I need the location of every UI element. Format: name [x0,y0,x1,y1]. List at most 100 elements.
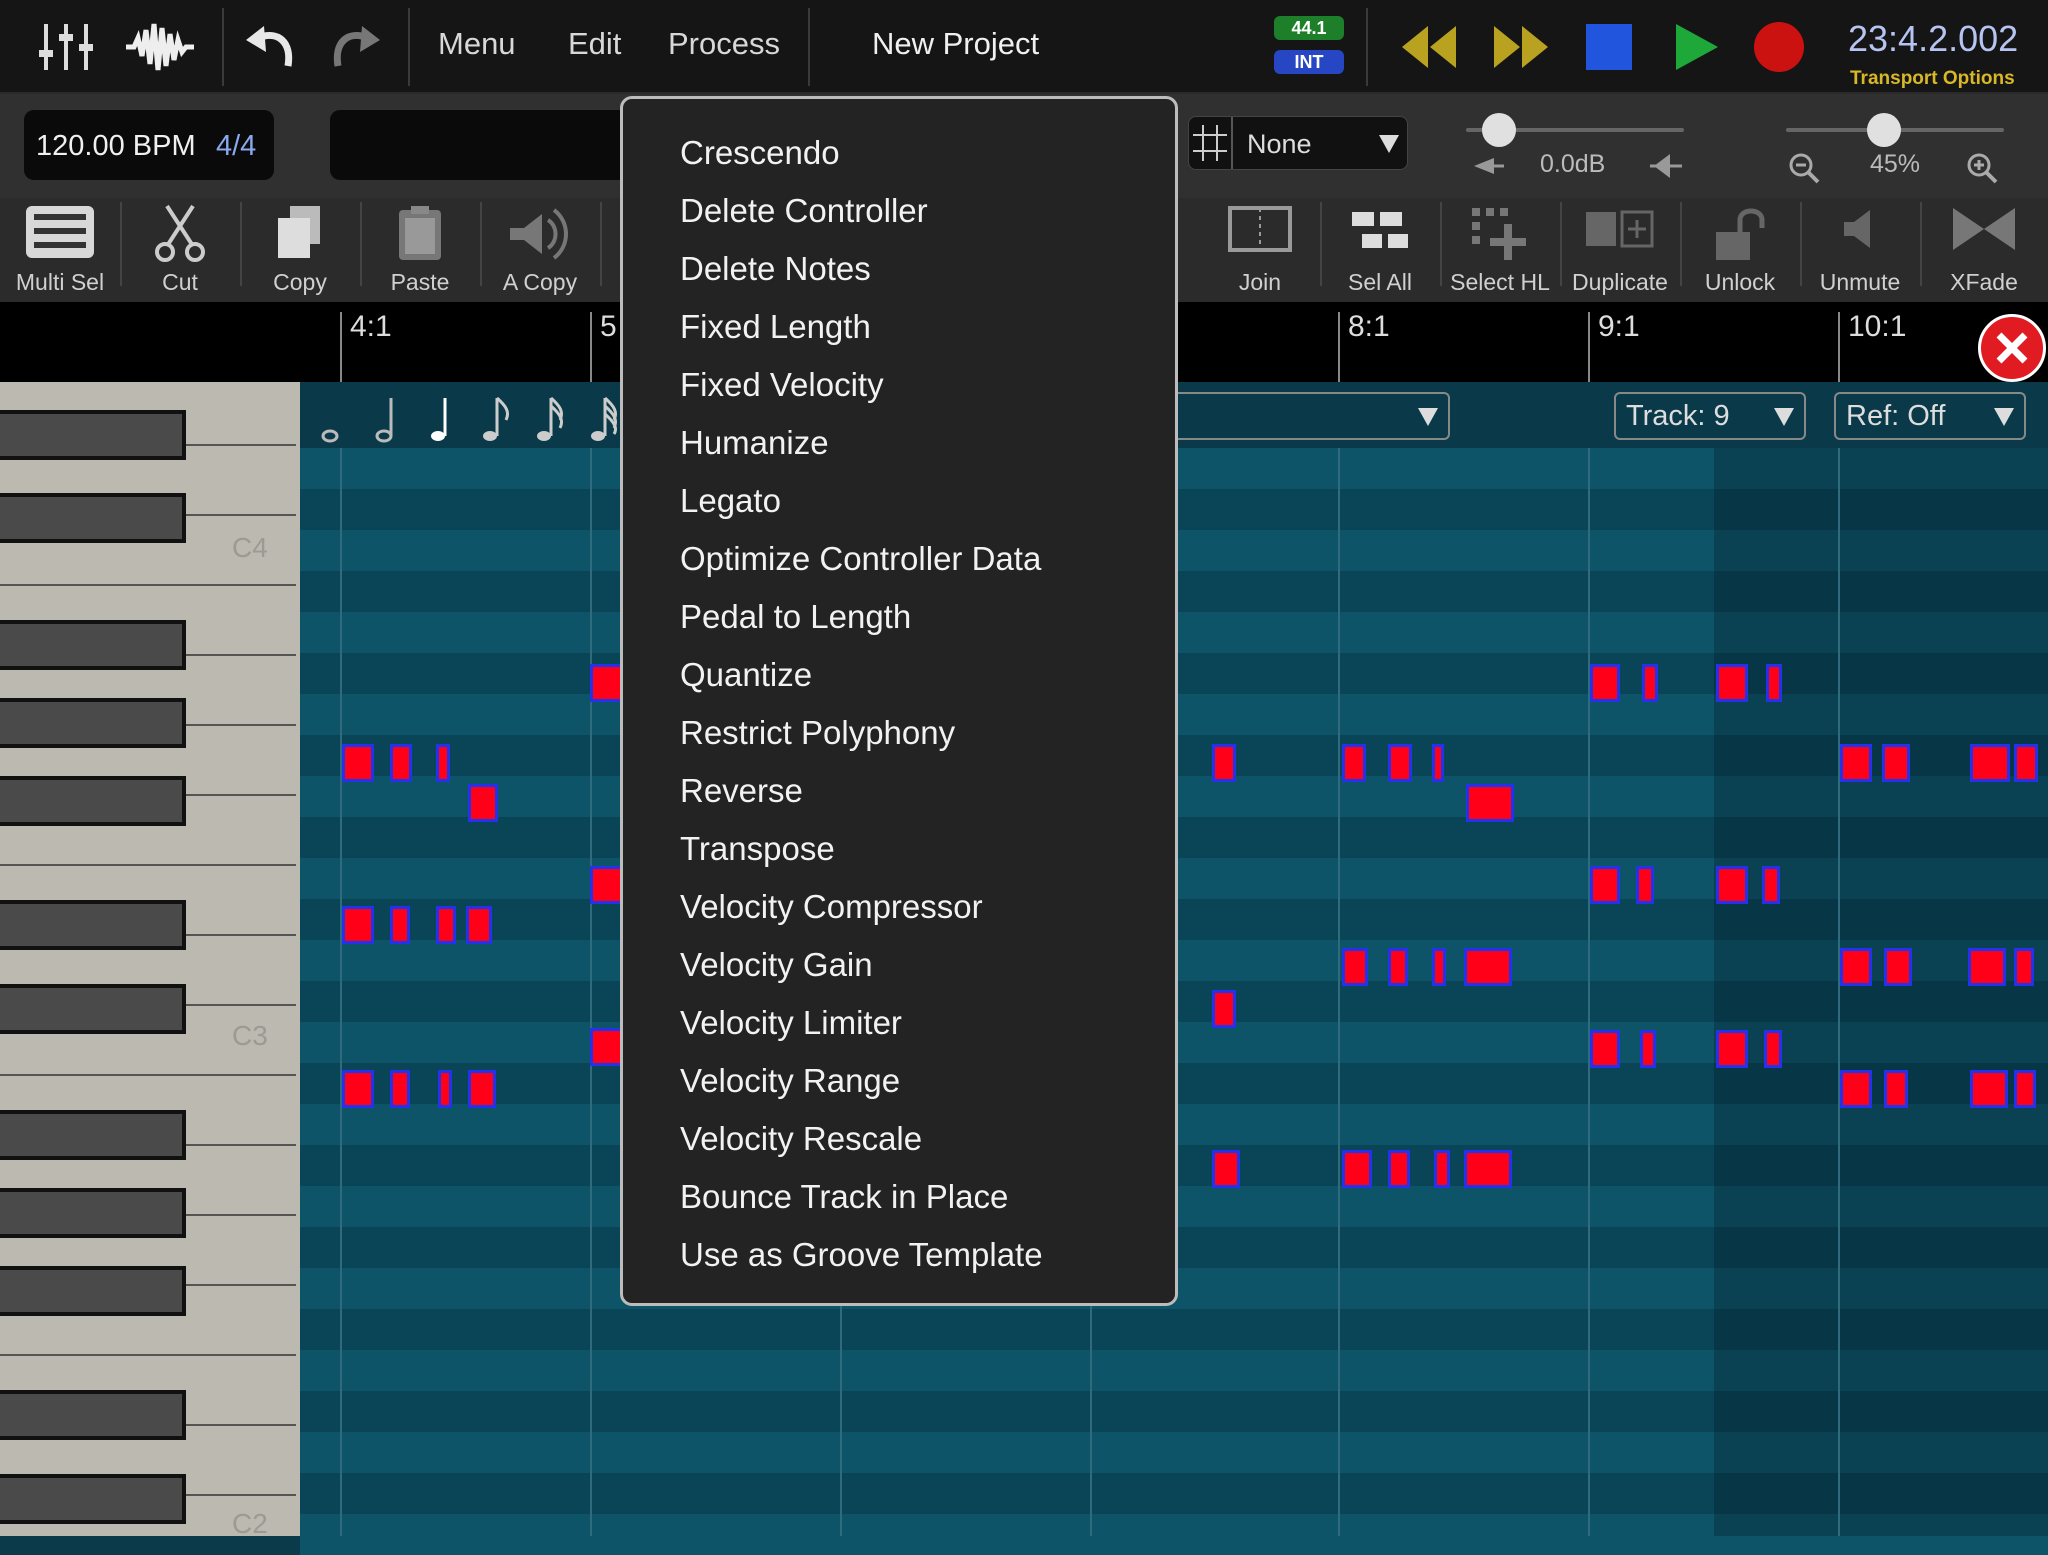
midi-note[interactable] [1840,948,1872,986]
project-title[interactable]: New Project [872,26,1039,62]
popup-menu-item[interactable]: Quantize [680,656,812,694]
duplicate-button[interactable]: Duplicate [1560,198,1680,302]
menu-menu[interactable]: Menu [438,26,516,62]
black-key[interactable] [0,900,186,950]
transport-options-label[interactable]: Transport Options [1850,68,2015,90]
black-key[interactable] [0,1266,186,1316]
midi-note[interactable] [1342,744,1366,782]
popup-menu-item[interactable]: Delete Notes [680,250,871,288]
popup-menu-item[interactable]: Crescendo [680,134,840,172]
mixer-icon[interactable] [38,22,94,72]
midi-note[interactable] [1432,948,1446,986]
menu-edit[interactable]: Edit [568,26,621,62]
play-icon[interactable] [1674,22,1720,72]
black-key[interactable] [0,620,186,670]
undo-icon[interactable] [244,26,294,70]
crossfade-button[interactable]: XFade [1920,198,2048,302]
popup-menu-item[interactable]: Pedal to Length [680,598,911,636]
zoom-in-icon[interactable] [1966,152,1998,184]
midi-note[interactable] [1840,744,1872,782]
midi-note[interactable] [390,906,410,944]
midi-note[interactable] [390,1070,410,1108]
midi-note[interactable] [590,664,624,702]
popup-menu-item[interactable]: Fixed Velocity [680,366,884,404]
midi-note[interactable] [466,906,492,944]
unmute-button[interactable]: Unmute [1800,198,1920,302]
popup-menu-item[interactable]: Legato [680,482,781,520]
popup-menu-item[interactable]: Optimize Controller Data [680,540,1041,578]
black-key[interactable] [0,1474,186,1524]
midi-note[interactable] [1884,1070,1908,1108]
midi-note[interactable] [436,906,456,944]
midi-note[interactable] [1640,1030,1656,1068]
midi-note[interactable] [1388,744,1412,782]
popup-menu-item[interactable]: Delete Controller [680,192,928,230]
midi-note[interactable] [1968,948,2006,986]
midi-note[interactable] [1970,1070,2008,1108]
tempo-display[interactable]: 120.00 BPM 4/4 [24,110,274,180]
midi-note[interactable] [1762,866,1780,904]
midi-note[interactable] [436,744,450,782]
audio-copy-button[interactable]: A Copy [480,198,600,302]
copy-button[interactable]: Copy [240,198,360,302]
controller-dropdown[interactable] [1150,392,1450,440]
midi-note[interactable] [1342,948,1368,986]
midi-note[interactable] [2014,948,2034,986]
midi-note[interactable] [1212,990,1236,1028]
midi-note[interactable] [1464,948,1512,986]
midi-note[interactable] [468,1070,496,1108]
midi-note[interactable] [342,744,374,782]
popup-menu-item[interactable]: Fixed Length [680,308,871,346]
midi-note[interactable] [2014,744,2038,782]
popup-menu-item[interactable]: Velocity Limiter [680,1004,902,1042]
zoom-out-icon[interactable] [1788,152,1820,184]
midi-note[interactable] [1636,866,1654,904]
black-key[interactable] [0,698,186,748]
black-key[interactable] [0,493,186,543]
black-key[interactable] [0,1188,186,1238]
midi-note[interactable] [1716,866,1748,904]
midi-note[interactable] [1466,784,1514,822]
track-dropdown[interactable]: Track: 9 [1614,392,1806,440]
midi-note[interactable] [438,1070,452,1108]
zoom-slider-knob[interactable] [1867,113,1902,147]
midi-note[interactable] [1388,1150,1410,1188]
select-highlighted-button[interactable]: Select HL [1440,198,1560,302]
popup-menu-item[interactable]: Velocity Range [680,1062,900,1100]
midi-note[interactable] [342,906,374,944]
popup-menu-item[interactable]: Bounce Track in Place [680,1178,1008,1216]
cut-button[interactable]: Cut [120,198,240,302]
midi-note[interactable] [1882,744,1910,782]
midi-note[interactable] [1590,1030,1620,1068]
midi-note[interactable] [468,784,498,822]
close-editor-button[interactable] [1978,314,2046,382]
join-button[interactable]: Join [1200,198,1320,302]
black-key[interactable] [0,1390,186,1440]
waveform-icon[interactable] [124,20,196,74]
midi-note[interactable] [590,1028,624,1066]
midi-note[interactable] [1212,1150,1240,1188]
paste-button[interactable]: Paste [360,198,480,302]
black-key[interactable] [0,410,186,460]
midi-note[interactable] [590,866,624,904]
black-key[interactable] [0,776,186,826]
popup-menu-item[interactable]: Velocity Compressor [680,888,983,926]
popup-menu-item[interactable]: Velocity Rescale [680,1120,922,1158]
sample-rate-badge[interactable]: 44.1 [1274,16,1344,40]
midi-note[interactable] [1464,1150,1512,1188]
track-name-field[interactable] [330,110,630,180]
midi-note[interactable] [1590,866,1620,904]
midi-note[interactable] [1432,744,1444,782]
popup-menu-item[interactable]: Restrict Polyphony [680,714,955,752]
unlock-button[interactable]: Unlock [1680,198,1800,302]
popup-menu-item[interactable]: Velocity Gain [680,946,873,984]
popup-menu-item[interactable]: Use as Groove Template [680,1236,1043,1274]
reference-dropdown[interactable]: Ref: Off [1834,392,2026,440]
black-key[interactable] [0,1110,186,1160]
popup-menu-item[interactable]: Reverse [680,772,803,810]
multi-select-button[interactable]: Multi Sel [0,198,120,302]
midi-note[interactable] [1642,664,1658,702]
popup-menu-item[interactable]: Transpose [680,830,835,868]
volume-slider-knob[interactable] [1481,113,1516,147]
midi-note[interactable] [1716,1030,1748,1068]
